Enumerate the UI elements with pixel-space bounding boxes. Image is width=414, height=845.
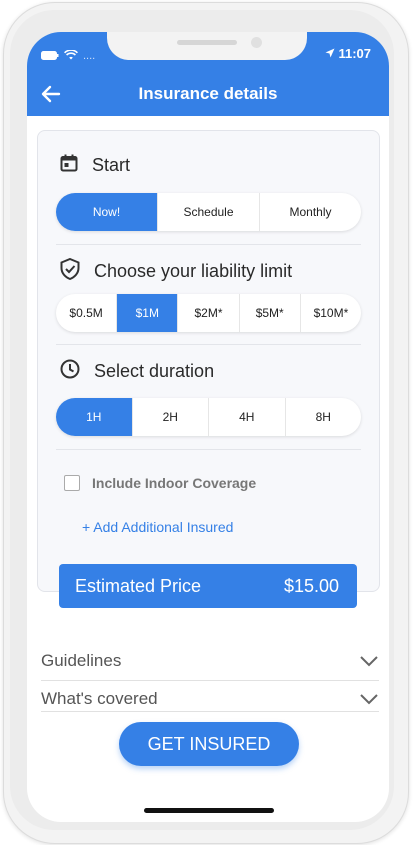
clock-icon (60, 359, 80, 384)
liability-selector: $0.5M $1M $2M* $5M* $10M* (56, 294, 361, 332)
start-option-now[interactable]: Now! (56, 193, 157, 231)
start-section-title: Start (60, 154, 130, 177)
liability-section-title: Choose your liability limit (60, 257, 293, 285)
duration-section-title: Select duration (60, 359, 214, 384)
status-time: 11:07 (338, 46, 371, 61)
duration-option-8h[interactable]: 8H (284, 398, 362, 436)
estimated-price-value: $15.00 (283, 575, 339, 596)
app-screen: .... 11:07 Insurance details Start Now! … (27, 32, 389, 822)
duration-selector: 1H 2H 4H 8H (56, 398, 361, 436)
carrier-dots: .... (83, 50, 96, 62)
accordion-divider (41, 711, 379, 712)
section-divider (56, 244, 361, 245)
indoor-coverage-label: Include Indoor Coverage (92, 475, 257, 491)
calendar-icon (60, 154, 78, 177)
estimated-price-bar: Estimated Price $15.00 (59, 564, 357, 608)
add-additional-insured-link[interactable]: + Add Additional Insured (82, 519, 233, 535)
start-label: Start (92, 155, 131, 175)
estimated-price-label: Estimated Price (75, 575, 202, 596)
get-insured-button[interactable]: GET INSURED (119, 722, 299, 766)
liability-label: Choose your liability limit (94, 261, 293, 281)
speaker-grille (177, 40, 237, 45)
shield-check-icon (60, 257, 80, 285)
location-arrow-icon (325, 46, 335, 61)
start-option-monthly[interactable]: Monthly (259, 193, 361, 231)
liability-option-10m[interactable]: $10M* (299, 294, 361, 332)
duration-label: Select duration (94, 361, 215, 381)
app-header: .... 11:07 Insurance details (27, 32, 389, 116)
duration-option-2h[interactable]: 2H (131, 398, 209, 436)
whats-covered-label: What's covered (41, 689, 158, 708)
duration-option-4h[interactable]: 4H (208, 398, 285, 436)
section-divider (56, 449, 361, 450)
status-bar-left: .... (41, 47, 95, 65)
liability-option-5m[interactable]: $5M* (238, 294, 300, 332)
home-indicator[interactable] (144, 808, 274, 813)
liability-option-2m[interactable]: $2M* (177, 294, 238, 332)
guidelines-accordion[interactable]: Guidelines (41, 643, 379, 679)
chevron-down-icon (360, 656, 378, 667)
start-option-schedule[interactable]: Schedule (157, 193, 259, 231)
chevron-down-icon (360, 694, 378, 705)
device-notch (107, 32, 307, 60)
status-bar-right: 11:07 (325, 46, 371, 61)
battery-icon (41, 47, 59, 65)
indoor-coverage-checkbox[interactable] (64, 475, 80, 491)
liability-option-1m[interactable]: $1M (116, 294, 178, 332)
page-title: Insurance details (138, 84, 278, 103)
guidelines-label: Guidelines (41, 651, 122, 670)
duration-option-1h[interactable]: 1H (56, 398, 132, 436)
liability-option-0-5m[interactable]: $0.5M (56, 294, 116, 332)
insurance-options-card: Start Now! Schedule Monthly Choose your … (37, 130, 380, 592)
indoor-coverage-row[interactable]: Include Indoor Coverage (64, 475, 256, 491)
section-divider (56, 344, 361, 345)
start-selector: Now! Schedule Monthly (56, 193, 361, 231)
wifi-icon (64, 47, 78, 65)
front-camera (251, 37, 262, 48)
